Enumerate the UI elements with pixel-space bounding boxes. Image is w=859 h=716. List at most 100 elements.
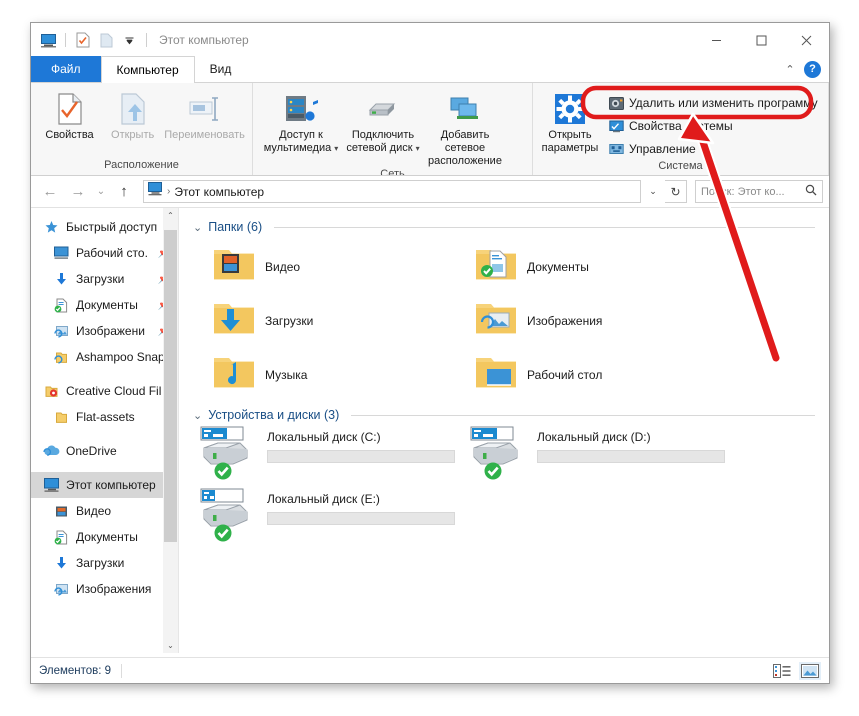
scroll-up-arrow[interactable]: ⌃: [163, 208, 178, 223]
nav-item-pictures[interactable]: Изображения: [31, 576, 178, 602]
breadcrumb-separator[interactable]: ›: [167, 186, 170, 197]
address-dropdown-button[interactable]: ⌄: [643, 180, 663, 203]
ribbon-button-computer-management[interactable]: Управление: [604, 138, 822, 160]
drive-c-usage-bar: [267, 450, 455, 463]
maximize-button[interactable]: [739, 23, 784, 57]
nav-item-documents[interactable]: Документы: [31, 524, 178, 550]
ribbon-button-map-network-drive[interactable]: Подключить сетевой диск ▾: [342, 88, 424, 155]
onedrive-icon: [43, 443, 60, 460]
nav-item-downloads[interactable]: Загрузки 📌: [31, 266, 178, 292]
nav-item-ashampoo-snap-label: Ashampoo Snap: [76, 350, 165, 364]
drive-tile-d[interactable]: Локальный диск (D:): [469, 426, 739, 488]
folder-tile-documents[interactable]: Документы: [473, 240, 735, 294]
nav-item-documents-label: Документы: [76, 530, 138, 544]
back-button[interactable]: ←: [37, 179, 63, 205]
ribbon-button-add-network-location[interactable]: Добавить сетевое расположение: [424, 88, 506, 168]
large-icons-view-button[interactable]: [799, 662, 821, 680]
drives-row-2: Локальный диск (E:): [199, 488, 829, 550]
ribbon-button-open[interactable]: Открыть: [101, 88, 164, 142]
nav-item-videos[interactable]: Видео: [31, 498, 178, 524]
scroll-down-arrow[interactable]: ⌄: [163, 638, 178, 653]
chevron-down-icon-drives[interactable]: ⌄: [193, 409, 202, 422]
explorer-window: Этот компьютер Файл Компьютер Вид ⌃: [30, 22, 830, 684]
nav-item-quick-access[interactable]: Быстрый доступ: [31, 214, 178, 240]
folder-tile-downloads[interactable]: Загрузки: [211, 294, 473, 348]
section-drives-header[interactable]: ⌄ Устройства и диски (3): [189, 402, 829, 422]
nav-item-onedrive[interactable]: OneDrive: [31, 438, 178, 464]
pictures-sync-icon-2: [53, 581, 70, 598]
drive-d-usage-bar: [537, 450, 725, 463]
qat-dropdown-icon[interactable]: [119, 30, 139, 50]
section-drives-title: Устройства и диски (3): [208, 408, 339, 422]
chevron-down-icon-folders[interactable]: ⌄: [193, 221, 202, 234]
details-view-button[interactable]: [771, 662, 793, 680]
ribbon-group-system-label: Система: [533, 160, 828, 176]
documents-sync-icon: [53, 297, 70, 314]
ribbon-group-system: Открыть параметры: [533, 83, 829, 175]
address-bar[interactable]: › Этот компьютер: [143, 180, 641, 203]
up-button[interactable]: ↑: [111, 179, 137, 205]
drives-row-1: Локальный диск (C:): [199, 426, 829, 488]
navigation-list: Быстрый доступ Рабочий сто. 📌: [31, 208, 178, 602]
folder-tile-desktop[interactable]: Рабочий стол: [473, 348, 735, 402]
search-box[interactable]: Поиск: Этот ко...: [695, 180, 823, 203]
nav-item-ashampoo-snap[interactable]: Ashampoo Snap: [31, 344, 178, 370]
folder-icon: [53, 409, 70, 426]
search-placeholder: Поиск: Этот ко...: [701, 186, 785, 198]
close-button[interactable]: [784, 23, 829, 57]
minimize-button[interactable]: [694, 23, 739, 57]
nav-item-this-pc[interactable]: Этот компьютер: [31, 472, 178, 498]
search-icon[interactable]: [805, 183, 817, 201]
nav-gap-1: [31, 370, 178, 378]
status-separator: [121, 664, 122, 678]
folder-tile-pictures-label: Изображения: [527, 314, 602, 328]
tab-view[interactable]: Вид: [195, 56, 247, 82]
ribbon: Свойства Открыть: [31, 83, 829, 176]
refresh-button[interactable]: ↻: [665, 180, 687, 203]
ribbon-button-system-properties[interactable]: Свойства системы: [604, 115, 822, 137]
help-icon[interactable]: ?: [804, 61, 821, 78]
tabbar-right-controls: ⌃ ?: [782, 56, 829, 82]
ribbon-button-uninstall-program[interactable]: Удалить или изменить программу: [604, 92, 822, 114]
tab-computer[interactable]: Компьютер: [101, 56, 195, 83]
folder-tile-music-label: Музыка: [265, 368, 307, 382]
drive-tile-e[interactable]: Локальный диск (E:): [199, 488, 469, 550]
nav-item-flat-assets[interactable]: Flat-assets: [31, 404, 178, 430]
ribbon-group-network-label: Сеть: [253, 168, 532, 176]
nav-item-documents-qa[interactable]: Документы 📌: [31, 292, 178, 318]
folder-tile-pictures[interactable]: Изображения: [473, 294, 735, 348]
desktop-icon: [53, 245, 70, 262]
properties-icon[interactable]: [73, 30, 93, 50]
folder-desktop-icon: [473, 353, 519, 398]
drive-tile-c[interactable]: Локальный диск (C:): [199, 426, 469, 488]
breadcrumb-this-pc[interactable]: Этот компьютер: [174, 185, 264, 199]
scroll-thumb[interactable]: [164, 230, 177, 542]
ribbon-button-media-server[interactable]: Доступ к мультимедиа ▾: [260, 88, 342, 155]
nav-item-pictures-qa[interactable]: Изображени 📌: [31, 318, 178, 344]
forward-button[interactable]: →: [65, 179, 91, 205]
quick-access-star-icon: [43, 219, 60, 236]
recent-locations-button[interactable]: ⌄: [93, 179, 109, 205]
folder-tile-music[interactable]: Музыка: [211, 348, 473, 402]
nav-item-creative-cloud[interactable]: Creative Cloud Fil: [31, 378, 178, 404]
collapse-ribbon-icon[interactable]: ⌃: [782, 63, 798, 76]
window-controls: [694, 23, 829, 57]
nav-item-desktop[interactable]: Рабочий сто. 📌: [31, 240, 178, 266]
ribbon-button-open-settings[interactable]: Открыть параметры: [539, 88, 601, 155]
rename-icon: [188, 91, 222, 127]
this-pc-icon[interactable]: [38, 30, 58, 50]
nav-item-quick-access-label: Быстрый доступ: [66, 220, 157, 234]
new-folder-icon[interactable]: [96, 30, 116, 50]
add-network-location-icon: [447, 91, 483, 127]
section-rule-folders: [274, 227, 815, 228]
folder-sync-icon: [53, 349, 70, 366]
ribbon-button-properties[interactable]: Свойства: [38, 88, 101, 142]
ribbon-button-rename[interactable]: Переименовать: [164, 88, 245, 142]
view-mode-buttons: [771, 662, 821, 680]
section-folders-header[interactable]: ⌄ Папки (6): [189, 208, 829, 234]
navigation-scrollbar[interactable]: ⌃ ⌄: [163, 208, 178, 653]
tab-file[interactable]: Файл: [31, 56, 101, 82]
folder-tile-videos[interactable]: Видео: [211, 240, 473, 294]
nav-item-downloads-2[interactable]: Загрузки: [31, 550, 178, 576]
videos-icon: [53, 503, 70, 520]
